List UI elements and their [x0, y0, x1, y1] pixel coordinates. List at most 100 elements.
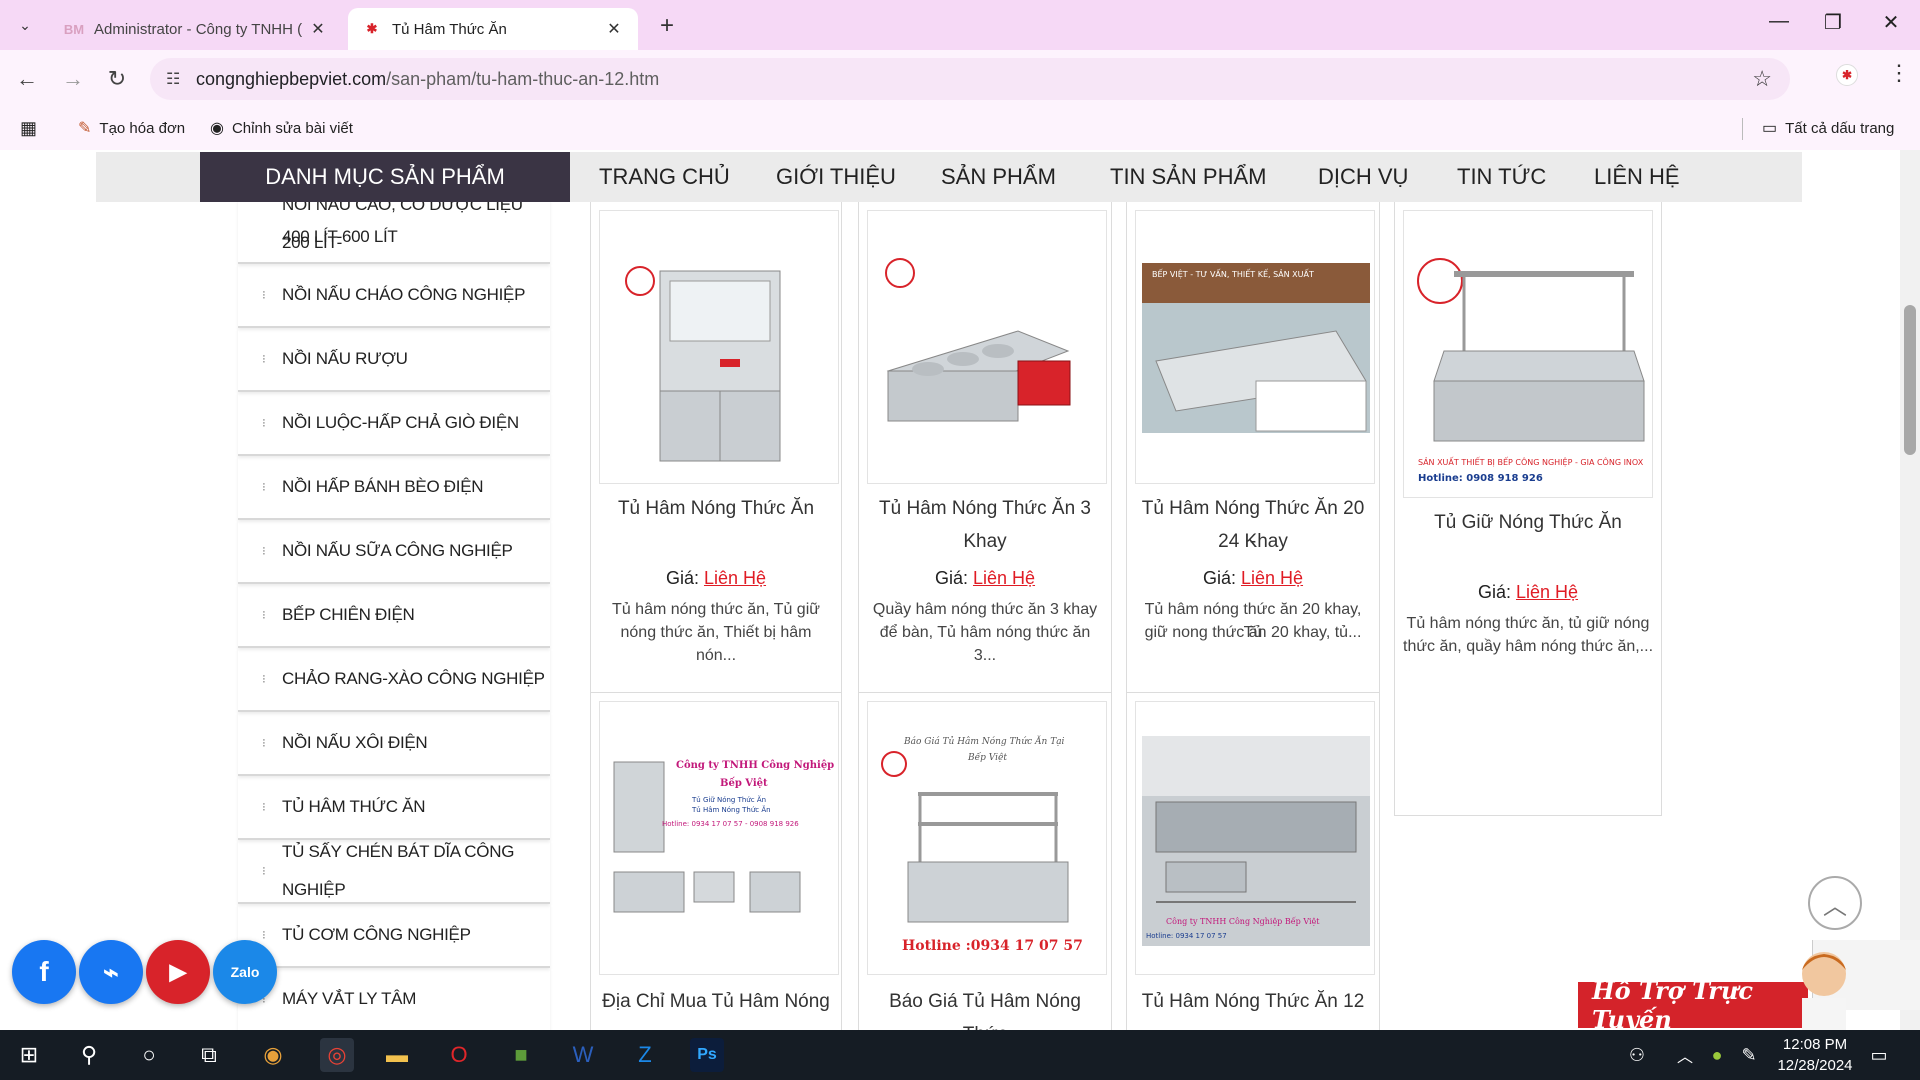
browser-toolbar: ← → ↻ ☷ congnghiepbepviet.com/san-pham/t…	[0, 50, 1920, 108]
product-name[interactable]: Tủ Hâm Nóng Thức Ăn 12	[1137, 985, 1369, 1018]
product-image[interactable]: Công ty TNHH Công Nghiệp Bếp Việt Tủ Giữ…	[599, 701, 839, 975]
sidebar-item[interactable]: ⁝ NỒI NẤU RƯỢU	[238, 328, 550, 392]
price-contact-link[interactable]: Liên Hệ	[704, 568, 766, 588]
forward-icon[interactable]: →	[58, 64, 88, 94]
nav-dich-vu[interactable]: DỊCH VỤ	[1318, 164, 1408, 190]
product-description: giữ nong thức ăn 20 khay, tủ...	[1144, 624, 1362, 641]
word-icon[interactable]: W	[566, 1038, 600, 1072]
image-product-text: Tủ Hâm Nóng Thức Ăn	[691, 805, 771, 814]
nav-tin-tuc[interactable]: TIN TỨC	[1457, 164, 1546, 190]
sidebar-item[interactable]: ⁝ NỒI NẤU XÔI ĐIỆN	[238, 712, 550, 776]
nav-san-pham[interactable]: SẢN PHẨM	[941, 164, 1056, 190]
product-card[interactable]: Công ty TNHH Công Nghiệp Bếp Việt Tủ Giữ…	[590, 692, 842, 1030]
bookmark-star-icon[interactable]: ☆	[1752, 66, 1772, 92]
reload-icon[interactable]: ↻	[102, 64, 132, 94]
chrome-icon[interactable]: ◎	[320, 1038, 354, 1072]
sidebar-item[interactable]: ⁝ BẾP CHIÊN ĐIỆN	[238, 584, 550, 648]
list-bullet-icon: ⁝	[262, 800, 266, 814]
apps-grid-icon[interactable]: ▦	[20, 116, 37, 140]
opera-icon[interactable]: O	[442, 1038, 476, 1072]
product-name[interactable]: 24 Khay	[1137, 525, 1369, 558]
all-bookmarks[interactable]: ▭ Tất cả dấu trang	[1762, 116, 1894, 140]
product-card[interactable]: Công ty TNHH Công Nghiệp Bếp Việt Hotlin…	[1126, 692, 1380, 1030]
product-image[interactable]: SẢN XUẤT THIẾT BỊ BẾP CÔNG NGHIỆP - GIA …	[1403, 210, 1653, 498]
youtube-icon[interactable]: ▶	[146, 940, 210, 1004]
sidebar-item[interactable]: ⁝ MÁY VẮT LY TÂM	[238, 968, 550, 1030]
product-name[interactable]: Địa Chỉ Mua Tủ Hâm Nóng	[601, 985, 831, 1018]
sidebar-item-noi-nau-cao[interactable]: NỒI NẤU CAO, CÓ DƯỢC LIỆU 200 LÍT- 400 L…	[238, 195, 550, 264]
product-image[interactable]	[599, 210, 839, 484]
price-contact-link[interactable]: Liên Hệ	[973, 568, 1035, 588]
tab-administrator[interactable]: BM Administrator - Công ty TNHH ( ✕	[50, 8, 342, 50]
list-bullet-icon: ⁝	[262, 416, 266, 430]
sidebar-item[interactable]: ⁝ TỦ HÂM THỨC ĂN	[238, 776, 550, 840]
extension-icon[interactable]: ✱	[1836, 64, 1858, 86]
sidebar-item[interactable]: ⁝ TỦ CƠM CÔNG NGHIỆP	[238, 904, 550, 968]
tab-tu-ham-thuc-an[interactable]: ✱ Tủ Hâm Thức Ăn ✕	[348, 8, 638, 50]
product-name[interactable]: Tủ Giữ Nóng Thức Ăn	[1405, 506, 1651, 539]
close-tab-icon[interactable]: ✕	[604, 19, 624, 39]
minecraft-icon[interactable]: ■	[504, 1038, 538, 1072]
browser-menu-icon[interactable]: ⋮	[1888, 60, 1910, 86]
product-name[interactable]: Tủ Hâm Nóng Thức Ăn 3	[869, 492, 1101, 525]
page-scrollbar[interactable]	[1900, 150, 1920, 1030]
zalo-icon[interactable]: Zalo	[213, 940, 277, 1004]
sidebar-item[interactable]: ⁝ TỦ SẤY CHÉN BÁT DĨA CÔNG NGHIỆP	[238, 840, 550, 904]
product-image[interactable]: Báo Giá Tủ Hâm Nóng Thức Ăn Tại Bếp Việt…	[867, 701, 1107, 975]
minimize-icon[interactable]: —	[1756, 10, 1802, 33]
tray-chevron-icon[interactable]: ︿	[1668, 1038, 1702, 1072]
photoshop-icon[interactable]: Ps	[690, 1038, 724, 1072]
windows-start-icon[interactable]: ⊞	[12, 1038, 46, 1072]
product-card[interactable]: SẢN XUẤT THIẾT BỊ BẾP CÔNG NGHIỆP - GIA …	[1394, 202, 1662, 816]
nav-tin-san-pham[interactable]: TIN SẢN PHẨM	[1110, 164, 1266, 190]
sidebar-item[interactable]: ⁝ NỒI LUỘC-HẤP CHẢ GIÒ ĐIỆN	[238, 392, 550, 456]
notification-icon[interactable]: ▭	[1862, 1038, 1896, 1072]
support-agent-avatar	[1786, 944, 1856, 1030]
category-menu-header[interactable]: DANH MỤC SẢN PHẨM	[200, 152, 570, 202]
product-image[interactable]: BẾP VIỆT - TƯ VẤN, THIẾT KẾ, SẢN XUẤT	[1135, 210, 1375, 484]
restore-icon[interactable]: ❐	[1810, 10, 1856, 35]
zalo-taskbar-icon[interactable]: Z	[628, 1038, 662, 1072]
sidebar-item-label: NỒI LUỘC-HẤP CHẢ GIÒ ĐIỆN	[282, 413, 519, 432]
task-view-icon[interactable]: ⧉	[192, 1038, 226, 1072]
product-name[interactable]: Báo Giá Tủ Hâm Nóng Thức	[869, 985, 1101, 1030]
nav-trang-chu[interactable]: TRANG CHỦ	[599, 164, 730, 190]
close-window-icon[interactable]: ✕	[1868, 10, 1914, 35]
nav-gioi-thieu[interactable]: GIỚI THIỆU	[776, 164, 896, 190]
search-icon[interactable]: ⚲	[72, 1038, 106, 1072]
messenger-icon[interactable]: ⌁	[79, 940, 143, 1004]
address-bar[interactable]: ☷ congnghiepbepviet.com/san-pham/tu-ham-…	[150, 58, 1790, 100]
scrollbar-thumb[interactable]	[1904, 305, 1916, 455]
product-image[interactable]: Công ty TNHH Công Nghiệp Bếp Việt Hotlin…	[1135, 701, 1375, 975]
bookmark-tao-hoa-don[interactable]: ✎ Tạo hóa đơn	[78, 116, 185, 140]
file-explorer-icon[interactable]: ▬	[380, 1038, 414, 1072]
app-circle-icon[interactable]: ◉	[256, 1038, 290, 1072]
sidebar-item[interactable]: ⁝ NỒI NẤU SỮA CÔNG NGHIỆP	[238, 520, 550, 584]
bookmark-label: Tạo hóa đơn	[99, 119, 186, 137]
sidebar-item[interactable]: ⁝ NỒI HẤP BÁNH BÈO ĐIỆN	[238, 456, 550, 520]
new-tab-icon[interactable]: +	[652, 12, 682, 40]
all-bookmarks-label: Tất cả dấu trang	[1785, 119, 1895, 137]
price-contact-link[interactable]: Liên Hệ	[1516, 582, 1578, 602]
system-clock[interactable]: 12:08 PM 12/28/2024	[1760, 1034, 1870, 1076]
close-tab-icon[interactable]: ✕	[308, 19, 328, 39]
tray-app-icon[interactable]: ●	[1700, 1038, 1734, 1072]
sidebar-item[interactable]: ⁝ NỒI NẤU CHÁO CÔNG NGHIỆP	[238, 264, 550, 328]
price-contact-link[interactable]: Liên Hệ	[1241, 568, 1303, 588]
product-image[interactable]	[867, 210, 1107, 484]
product-card[interactable]: Báo Giá Tủ Hâm Nóng Thức Ăn Tại Bếp Việt…	[858, 692, 1112, 1030]
cortana-icon[interactable]: ○	[132, 1038, 166, 1072]
tab-search-chevron-icon[interactable]: ⌄	[10, 12, 40, 38]
nav-lien-he[interactable]: LIÊN HỆ	[1594, 164, 1680, 190]
product-name[interactable]: Khay	[869, 525, 1101, 558]
product-name[interactable]: Tủ Hâm Nóng Thức Ăn	[601, 492, 831, 525]
site-info-icon[interactable]: ☷	[166, 69, 180, 89]
back-icon[interactable]: ←	[12, 64, 42, 94]
sidebar-item[interactable]: ⁝ CHẢO RANG-XÀO CÔNG NGHIỆP	[238, 648, 550, 712]
people-icon[interactable]: ⚇	[1620, 1038, 1654, 1072]
bookmark-chinh-sua-bai-viet[interactable]: ◉ Chỉnh sửa bài viết	[210, 116, 353, 140]
sidebar-item-label: CHẢO RANG-XÀO CÔNG NGHIỆP	[282, 669, 545, 688]
scroll-to-top-icon[interactable]: ︿	[1808, 876, 1862, 930]
facebook-icon[interactable]: f	[12, 940, 76, 1004]
online-support-banner[interactable]: Hỗ Trợ Trực Tuyến	[1578, 976, 1808, 1034]
